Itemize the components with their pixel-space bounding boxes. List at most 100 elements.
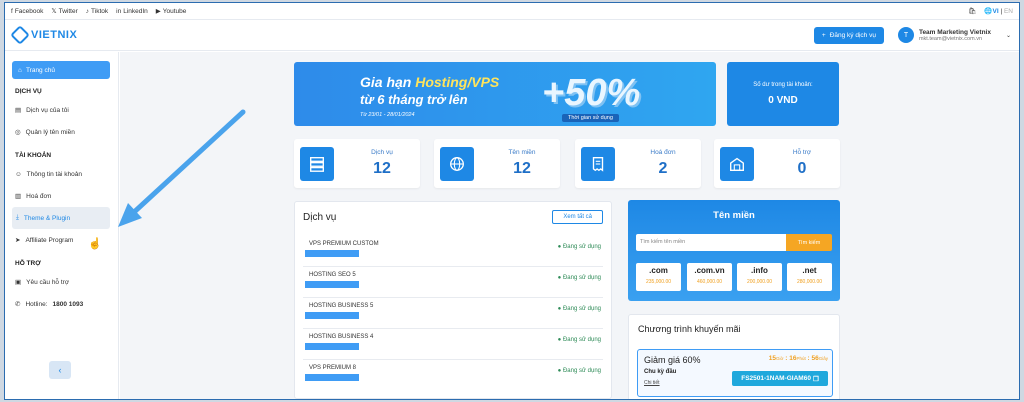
coupon-card[interactable]: Giảm giá 60% Chu kỳ đầu Chi tiết 15Giờ :… — [637, 349, 833, 397]
copy-icon: ❐ — [812, 375, 819, 383]
language-switcher[interactable]: 🌐VI | EN — [984, 7, 1013, 15]
status-badge: ● Đang sử dụng — [557, 306, 601, 312]
logo[interactable]: VIETNIX — [10, 25, 77, 45]
promo-banner[interactable]: Gia hạn Hosting/VPS từ 6 tháng trở lên T… — [294, 62, 716, 126]
redaction-bar — [305, 312, 359, 319]
stat-domains[interactable]: Tên miền 12 — [434, 139, 560, 188]
facebook-link[interactable]: f Facebook — [11, 8, 43, 15]
stat-services[interactable]: Dịch vụ 12 — [294, 139, 420, 188]
user-name: Team Marketing Vietnix — [918, 28, 991, 36]
x-icon: 𝕏 — [51, 8, 57, 15]
hand-cursor-icon: ☝ — [88, 238, 102, 250]
logo-icon — [10, 25, 30, 45]
social-links: f Facebook 𝕏 Twitter ♪ Tiktok in LinkedIn ▶ Y… — [11, 7, 187, 16]
facebook-icon: f — [11, 7, 13, 15]
globe-icon: 🌐 — [984, 8, 993, 15]
services-title: Dịch vụ — [303, 212, 337, 223]
support-icon — [720, 147, 754, 181]
status-badge: ● Đang sử dụng — [557, 368, 601, 374]
twitter-link[interactable]: 𝕏 Twitter — [51, 7, 77, 16]
top-bar: f Facebook 𝕏 Twitter ♪ Tiktok in LinkedIn ▶ Y… — [5, 3, 1019, 20]
service-row[interactable]: VPS PREMIUM CUSTOM ● Đang sử dụng — [303, 236, 603, 267]
sidebar-item-domains[interactable]: ◎ Quản lý tên miền — [5, 121, 118, 143]
sidebar-item-home[interactable]: ⌂ Trang chủ — [12, 61, 110, 79]
services-panel: Dịch vụ Xem tất cả VPS PREMIUM CUSTOM ● Đ… — [294, 201, 612, 399]
banner-date: Từ 23/01 - 28/01/2024 — [360, 112, 415, 118]
redaction-bar — [305, 374, 359, 381]
youtube-link[interactable]: ▶ Youtube — [155, 7, 187, 16]
promotions-title: Chương trình khuyến mãi — [638, 324, 741, 334]
globe-icon — [440, 147, 474, 181]
balance-title: Số dư trong tài khoản: — [753, 82, 813, 88]
section-account-heading: TÀI KHOẢN — [15, 152, 52, 159]
home-icon: ⌂ — [18, 66, 22, 74]
banner-line-1: Gia hạn Hosting/VPS — [360, 74, 500, 90]
send-icon: ➤ — [15, 237, 21, 244]
phone-icon: ✆ — [15, 301, 21, 308]
status-badge: ● Đang sử dụng — [557, 244, 601, 250]
tld-card[interactable]: .com.vn 460,000.00 — [687, 263, 732, 291]
service-row[interactable]: HOSTING BUSINESS 4 ● Đang sử dụng — [303, 329, 603, 360]
plus-icon: + — [821, 31, 826, 39]
youtube-icon: ▶ — [155, 8, 161, 15]
domain-search-panel: Tên miền Tìm kiếm tên miền Tìm kiếm .com… — [628, 200, 840, 301]
sidebar-item-my-services[interactable]: ▤ Dịch vụ của tôi — [5, 99, 118, 121]
tld-card[interactable]: .info 200,000.00 — [737, 263, 782, 291]
section-support-heading: HỖ TRỢ — [15, 260, 41, 267]
register-service-button[interactable]: + Đăng ký dịch vụ — [813, 26, 884, 44]
status-badge: ● Đang sử dụng — [557, 337, 601, 343]
main-content: Gia hạn Hosting/VPS từ 6 tháng trở lên T… — [120, 52, 1019, 399]
coupon-detail-link[interactable]: Chi tiết — [644, 380, 660, 386]
banner-line-2: từ 6 tháng trở lên — [360, 92, 468, 107]
header: VIETNIX + Đăng ký dịch vụ T Team Marketi… — [5, 20, 1019, 51]
redaction-bar — [305, 343, 359, 350]
stat-support[interactable]: Hỗ trợ 0 — [714, 139, 840, 188]
countdown-timer: 15Giờ : 16Phút : 56Giây — [768, 355, 828, 362]
sidebar-item-invoices[interactable]: ▥ Hoá đơn — [5, 185, 118, 207]
banner-percent: +50% — [542, 72, 641, 114]
server-icon — [300, 147, 334, 181]
service-row[interactable]: VPS PREMIUM 8 ● Đang sử dụng — [303, 360, 603, 391]
stat-invoices[interactable]: Hoá đơn 2 — [575, 139, 701, 188]
domain-search: Tìm kiếm tên miền Tìm kiếm — [636, 234, 832, 251]
tiktok-icon: ♪ — [85, 7, 90, 15]
service-row[interactable]: HOSTING BUSINESS 5 ● Đang sử dụng — [303, 298, 603, 329]
sidebar-item-support-request[interactable]: ▣ Yêu cầu hỗ trợ — [5, 271, 118, 293]
tld-card[interactable]: .net 280,000.00 — [787, 263, 832, 291]
chevron-left-icon: ‹ — [58, 365, 62, 375]
invoice-icon: ▥ — [15, 193, 22, 200]
tld-card[interactable]: .com 235,000.00 — [636, 263, 681, 291]
linkedin-link[interactable]: in LinkedIn — [116, 8, 148, 15]
view-all-button[interactable]: Xem tất cả — [552, 210, 603, 224]
ticket-icon: ▣ — [15, 279, 22, 286]
banner-tag: Thời gian sử dụng — [562, 114, 619, 122]
domain-title: Tên miền — [713, 210, 755, 221]
redaction-bar — [305, 281, 359, 288]
status-badge: ● Đang sử dụng — [557, 275, 601, 281]
globe-icon: ◎ — [15, 129, 21, 136]
domain-search-input[interactable]: Tìm kiếm tên miền — [636, 234, 786, 251]
sidebar-collapse-button[interactable]: ‹ — [49, 361, 71, 379]
document-icon: ▤ — [15, 107, 22, 114]
download-icon: ⤓ — [16, 214, 19, 221]
user-icon: ☺ — [15, 170, 22, 178]
sidebar-item-hotline[interactable]: ✆ Hotline: 1800 1093 — [5, 293, 118, 315]
coupon-cycle: Chu kỳ đầu — [644, 369, 677, 375]
sidebar-item-theme-plugin[interactable]: ⤓ Theme & Plugin — [12, 207, 110, 229]
avatar: T — [897, 27, 914, 43]
coupon-code[interactable]: FS2501-1NAM-GIAM60 ❐ — [732, 371, 828, 386]
cart-icon[interactable]: 🛍 — [968, 7, 976, 15]
redaction-bar — [305, 250, 359, 257]
user-menu[interactable]: T Team Marketing Vietnix mkt.team@vietni… — [897, 27, 1011, 43]
app-frame: f Facebook 𝕏 Twitter ♪ Tiktok in LinkedIn ▶ Y… — [4, 2, 1020, 400]
receipt-icon — [581, 147, 615, 181]
promotions-panel: Chương trình khuyến mãi Giảm giá 60% Chu… — [628, 314, 840, 399]
chevron-down-icon: ⌄ — [1005, 32, 1011, 39]
sidebar: ⌂ Trang chủ DỊCH VỤ ▤ Dịch vụ của tôi ◎ Quả… — [5, 52, 119, 399]
sidebar-item-account-info[interactable]: ☺ Thông tin tài khoản — [5, 163, 118, 185]
user-email: mkt.team@vietnix.com.vn — [918, 35, 982, 42]
service-row[interactable]: HOSTING SEO 5 ● Đang sử dụng — [303, 267, 603, 298]
domain-search-button[interactable]: Tìm kiếm — [786, 234, 832, 251]
coupon-discount: Giảm giá 60% — [644, 355, 701, 365]
tiktok-link[interactable]: ♪ Tiktok — [86, 8, 108, 15]
